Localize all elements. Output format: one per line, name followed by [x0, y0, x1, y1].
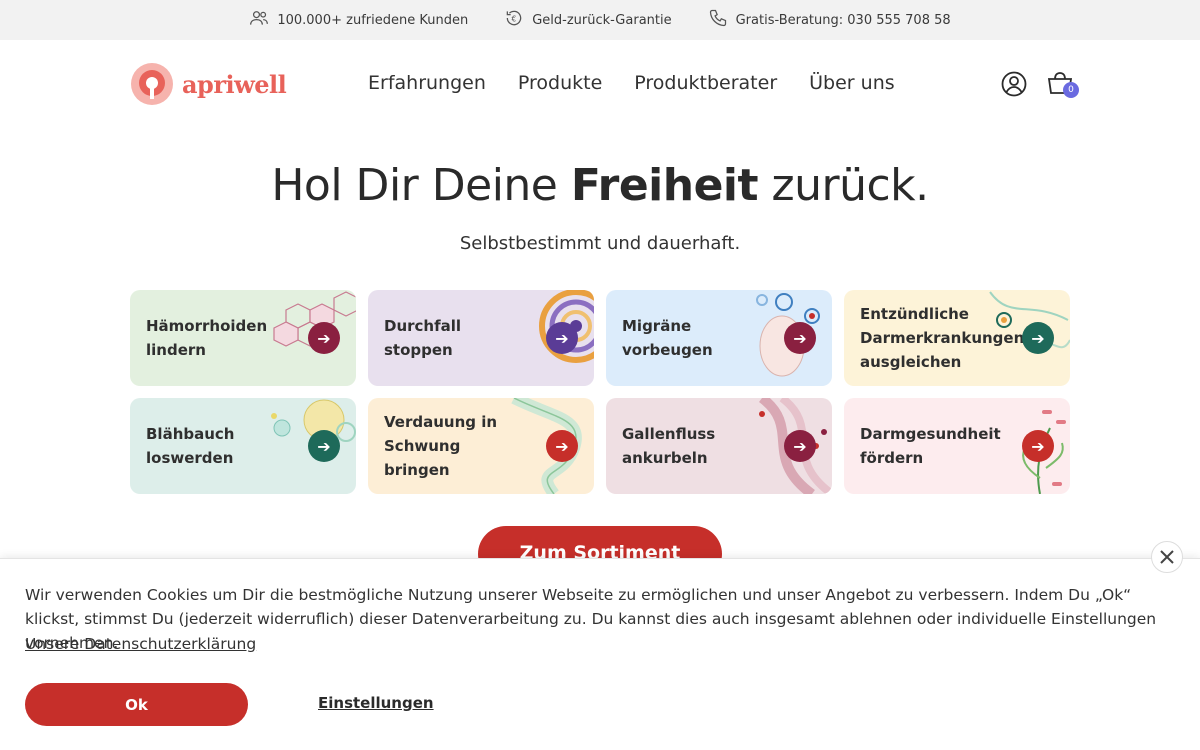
- arrow-right-icon: ➔: [308, 430, 340, 462]
- topic-card-label: Blähbauch loswerden: [146, 425, 235, 467]
- guarantee-info: € Geld-zurück-Garantie: [504, 8, 672, 32]
- nav-item-produktberater[interactable]: Produktberater: [634, 72, 777, 94]
- nav-item-produkte[interactable]: Produkte: [518, 72, 602, 94]
- money-back-icon: €: [504, 8, 524, 32]
- topic-card[interactable]: Hämorrhoiden lindern ➔: [130, 290, 356, 386]
- guarantee-text: Geld-zurück-Garantie: [532, 12, 672, 28]
- svg-text:€: €: [512, 14, 517, 23]
- logo-mark-icon: [131, 63, 173, 105]
- topic-card-label: Hämorrhoiden lindern: [146, 317, 268, 359]
- phone-icon: [708, 8, 728, 32]
- header-icons: 0: [1000, 70, 1079, 98]
- site-header: apriwell Erfahrungen Produkte Produktber…: [0, 40, 1200, 130]
- arrow-right-icon: ➔: [784, 430, 816, 462]
- cookie-ok-button[interactable]: Ok: [25, 683, 248, 726]
- hero-title: Hol Dir Deine Freiheit zurück.: [0, 160, 1200, 211]
- arrow-right-icon: ➔: [1022, 322, 1054, 354]
- account-icon[interactable]: [1000, 70, 1028, 98]
- logo-text: apriwell: [182, 69, 287, 99]
- topic-card[interactable]: Migräne vorbeugen ➔: [606, 290, 832, 386]
- topic-card-label: Migräne vorbeugen: [622, 317, 713, 359]
- cart-count-badge: 0: [1063, 82, 1079, 98]
- topic-card[interactable]: Blähbauch loswerden ➔: [130, 398, 356, 494]
- topic-card[interactable]: Gallenfluss ankurbeln ➔: [606, 398, 832, 494]
- logo[interactable]: apriwell: [130, 62, 287, 106]
- topic-card-label: Durchfall stoppen: [384, 317, 462, 359]
- hero-title-post: zurück.: [758, 160, 930, 211]
- topic-card[interactable]: Verdauung in Schwung bringen ➔: [368, 398, 594, 494]
- topic-card[interactable]: Durchfall stoppen ➔: [368, 290, 594, 386]
- topic-cards-grid: Hämorrhoiden lindern ➔ Durchfall stoppen…: [130, 290, 1070, 494]
- arrow-right-icon: ➔: [308, 322, 340, 354]
- privacy-link[interactable]: Unsere Datenschutzerklärung: [25, 635, 256, 653]
- consult-info[interactable]: Gratis-Beratung: 030 555 708 58: [708, 8, 951, 32]
- arrow-right-icon: ➔: [546, 322, 578, 354]
- close-icon: [1160, 550, 1174, 564]
- arrow-right-icon: ➔: [1022, 430, 1054, 462]
- topic-card-label: Gallenfluss ankurbeln: [622, 425, 716, 467]
- top-info-bar: 100.000+ zufriedene Kunden € Geld-zurück…: [0, 0, 1200, 40]
- customers-info: 100.000+ zufriedene Kunden: [249, 8, 468, 32]
- hero-title-bold: Freiheit: [570, 160, 759, 211]
- topic-card-label: Darmgesundheit fördern: [860, 425, 1001, 467]
- topic-card[interactable]: Darmgesundheit fördern ➔: [844, 398, 1070, 494]
- cart-icon[interactable]: 0: [1046, 70, 1079, 98]
- users-icon: [249, 8, 269, 32]
- arrow-right-icon: ➔: [546, 430, 578, 462]
- hero-title-pre: Hol Dir Deine: [271, 160, 571, 211]
- nav-item-ueber-uns[interactable]: Über uns: [809, 72, 895, 94]
- topic-card-label: Entzündliche Darmerkrankungen ausgleiche…: [860, 305, 1025, 371]
- topic-card-label: Verdauung in Schwung bringen: [384, 413, 498, 479]
- main-nav: Erfahrungen Produkte Produktberater Über…: [368, 72, 895, 94]
- nav-item-erfahrungen[interactable]: Erfahrungen: [368, 72, 486, 94]
- hero-subtitle: Selbstbestimmt und dauerhaft.: [459, 233, 741, 254]
- topic-card[interactable]: Entzündliche Darmerkrankungen ausgleiche…: [844, 290, 1070, 386]
- cookie-settings-button[interactable]: Einstellungen: [318, 694, 434, 712]
- consult-text: Gratis-Beratung: 030 555 708 58: [735, 12, 951, 28]
- customers-text: 100.000+ zufriedene Kunden: [277, 12, 469, 28]
- cookie-close-button[interactable]: [1151, 541, 1183, 573]
- arrow-right-icon: ➔: [784, 322, 816, 354]
- cookie-banner: Wir verwenden Cookies um Dir die bestmög…: [0, 558, 1200, 750]
